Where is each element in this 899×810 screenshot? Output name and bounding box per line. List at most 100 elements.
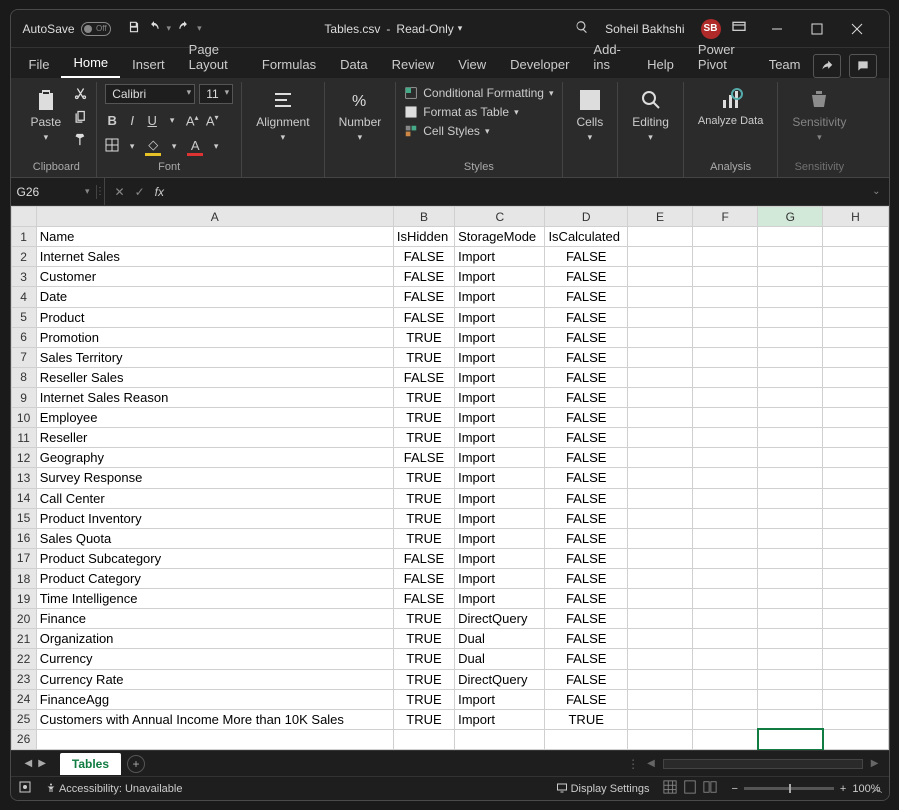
maximize-button[interactable]	[797, 14, 837, 44]
tab-data[interactable]: Data	[328, 51, 379, 78]
analyze-data-button[interactable]: Analyze Data	[692, 84, 769, 131]
hscroll-right-icon[interactable]: ▶	[871, 758, 879, 769]
cell[interactable]: Import	[455, 307, 545, 327]
cell[interactable]: FALSE	[545, 488, 628, 508]
cell[interactable]: FALSE	[545, 448, 628, 468]
cell[interactable]: FALSE	[393, 448, 454, 468]
tab-review[interactable]: Review	[380, 51, 447, 78]
cell[interactable]: Import	[455, 367, 545, 387]
cell[interactable]	[758, 528, 823, 548]
cell[interactable]: FALSE	[393, 247, 454, 267]
cell[interactable]	[823, 528, 888, 548]
cell[interactable]	[758, 669, 823, 689]
cell[interactable]	[627, 649, 692, 669]
row-header-22[interactable]: 22	[11, 649, 36, 669]
cell[interactable]	[823, 488, 888, 508]
cell[interactable]: DirectQuery	[455, 609, 545, 629]
cell[interactable]	[758, 729, 823, 749]
share-button[interactable]	[813, 54, 841, 78]
cell[interactable]: Import	[455, 448, 545, 468]
cell[interactable]	[693, 267, 758, 287]
accessibility-status[interactable]: Accessibility: Unavailable	[45, 782, 183, 795]
row-header-17[interactable]: 17	[11, 548, 36, 568]
italic-button[interactable]: I	[125, 113, 139, 128]
cancel-formula-icon[interactable]: ✕	[115, 185, 125, 199]
next-sheet-icon[interactable]: ▶	[38, 758, 46, 769]
cell[interactable]: IsCalculated	[545, 227, 628, 247]
cell[interactable]	[693, 689, 758, 709]
row-header-18[interactable]: 18	[11, 568, 36, 588]
cell[interactable]	[823, 508, 888, 528]
column-header-D[interactable]: D	[545, 207, 628, 227]
cell[interactable]	[693, 247, 758, 267]
cell[interactable]	[758, 709, 823, 729]
cell[interactable]	[627, 307, 692, 327]
cell[interactable]: TRUE	[393, 468, 454, 488]
cell[interactable]	[758, 589, 823, 609]
expand-formula-bar-icon[interactable]: ⌄	[864, 186, 888, 197]
cell[interactable]: TRUE	[393, 508, 454, 528]
cell[interactable]	[627, 568, 692, 588]
cell[interactable]	[693, 367, 758, 387]
cell-styles-button[interactable]: Cell Styles▾	[404, 124, 553, 138]
cell[interactable]: FALSE	[545, 267, 628, 287]
cell[interactable]	[823, 428, 888, 448]
cell[interactable]	[823, 589, 888, 609]
cell[interactable]: FALSE	[393, 589, 454, 609]
cell[interactable]: TRUE	[393, 629, 454, 649]
cell[interactable]	[823, 247, 888, 267]
row-header-21[interactable]: 21	[11, 629, 36, 649]
cell[interactable]: FALSE	[545, 508, 628, 528]
cell[interactable]	[693, 468, 758, 488]
cell[interactable]	[627, 548, 692, 568]
redo-icon[interactable]	[177, 20, 191, 37]
tab-home[interactable]: Home	[61, 49, 120, 78]
row-header-2[interactable]: 2	[11, 247, 36, 267]
cell[interactable]	[627, 428, 692, 448]
prev-sheet-icon[interactable]: ◀	[25, 758, 33, 769]
cell[interactable]: Import	[455, 387, 545, 407]
cell[interactable]	[823, 367, 888, 387]
row-header-23[interactable]: 23	[11, 669, 36, 689]
cell[interactable]	[823, 227, 888, 247]
cell[interactable]: FALSE	[393, 287, 454, 307]
cell[interactable]: FALSE	[545, 669, 628, 689]
cell[interactable]	[693, 508, 758, 528]
cell[interactable]: Promotion	[36, 327, 393, 347]
macro-record-icon[interactable]	[19, 781, 31, 796]
name-box[interactable]: G26 ▾	[11, 185, 97, 199]
cell[interactable]	[693, 428, 758, 448]
cell[interactable]	[693, 568, 758, 588]
spreadsheet-grid[interactable]: ABCDEFGH 1 Name IsHidden StorageMode IsC…	[11, 206, 889, 750]
cell[interactable]	[693, 649, 758, 669]
tab-view[interactable]: View	[446, 51, 498, 78]
cell[interactable]	[627, 227, 692, 247]
cell[interactable]	[627, 669, 692, 689]
cell[interactable]: FALSE	[545, 367, 628, 387]
cell[interactable]	[758, 689, 823, 709]
row-header-24[interactable]: 24	[11, 689, 36, 709]
cells-button[interactable]: Cells ▾	[571, 84, 610, 147]
cell[interactable]: TRUE	[393, 327, 454, 347]
cell[interactable]: TRUE	[393, 387, 454, 407]
paste-button[interactable]: Paste ▾	[25, 84, 68, 147]
format-painter-icon[interactable]	[73, 132, 88, 150]
cell[interactable]: Import	[455, 287, 545, 307]
cell[interactable]: Name	[36, 227, 393, 247]
column-header-C[interactable]: C	[455, 207, 545, 227]
row-header-6[interactable]: 6	[11, 327, 36, 347]
cell[interactable]: TRUE	[393, 428, 454, 448]
row-header-9[interactable]: 9	[11, 387, 36, 407]
horizontal-scrollbar[interactable]	[663, 759, 863, 769]
cell[interactable]	[823, 649, 888, 669]
bold-button[interactable]: B	[105, 113, 119, 128]
copy-icon[interactable]	[73, 109, 88, 127]
alignment-button[interactable]: Alignment ▾	[250, 84, 315, 147]
cell[interactable]	[627, 468, 692, 488]
cell[interactable]	[693, 548, 758, 568]
cell[interactable]	[693, 669, 758, 689]
row-header-3[interactable]: 3	[11, 267, 36, 287]
tab-help[interactable]: Help	[635, 51, 686, 78]
cell[interactable]: Import	[455, 428, 545, 448]
tab-addins[interactable]: Add-ins	[581, 36, 635, 78]
